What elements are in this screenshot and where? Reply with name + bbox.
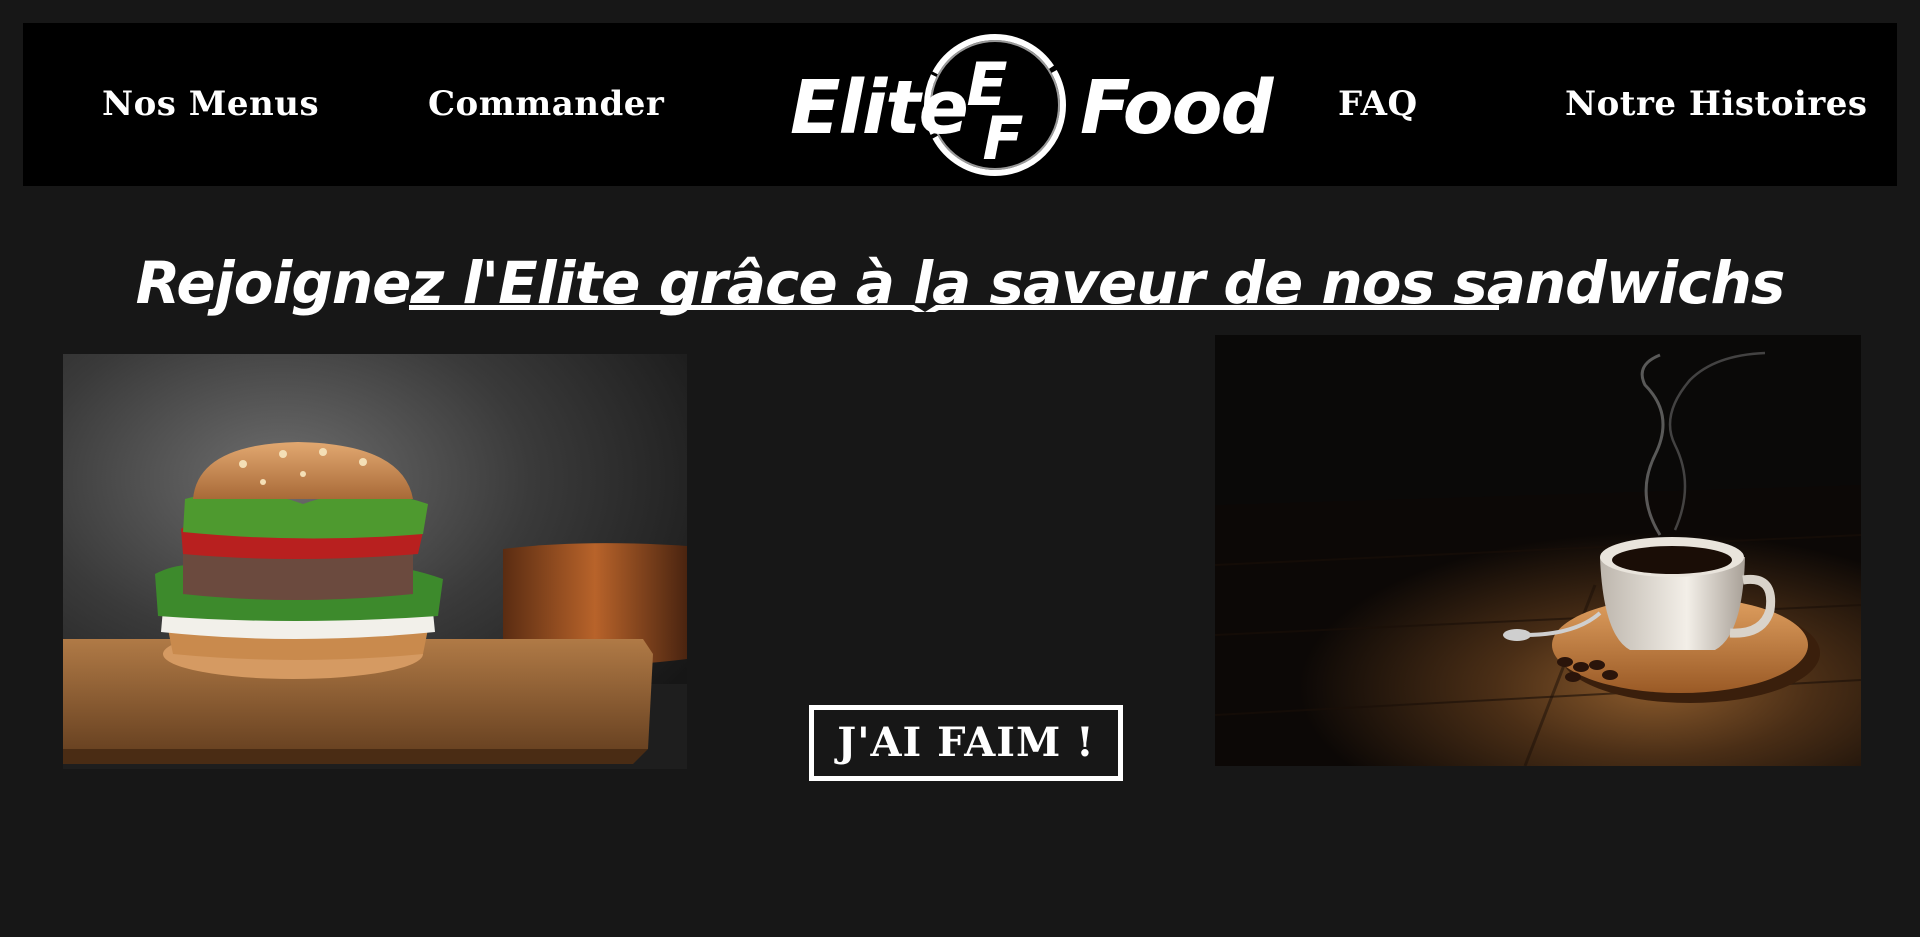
logo-word-food: Food — [1080, 65, 1273, 151]
logo-monogram-icon: E F — [924, 34, 1066, 176]
nav-link-notre-histoires[interactable]: Notre Histoires — [1565, 23, 1868, 186]
headline-divider — [409, 305, 1499, 312]
elite-food-logo[interactable]: Elite E F Food — [768, 23, 1273, 186]
logo-monogram-f: F — [983, 104, 1024, 174]
burger-photo — [63, 354, 687, 769]
top-navbar: Nos Menus Commander Elite E F Food FAQ N… — [23, 23, 1897, 186]
nav-link-faq[interactable]: FAQ — [1338, 23, 1418, 186]
coffee-cup-photo — [1215, 335, 1861, 766]
nav-link-commander[interactable]: Commander — [428, 23, 664, 186]
nav-link-nos-menus[interactable]: Nos Menus — [102, 23, 319, 186]
jai-faim-button[interactable]: J'AI FAIM ! — [809, 705, 1123, 781]
